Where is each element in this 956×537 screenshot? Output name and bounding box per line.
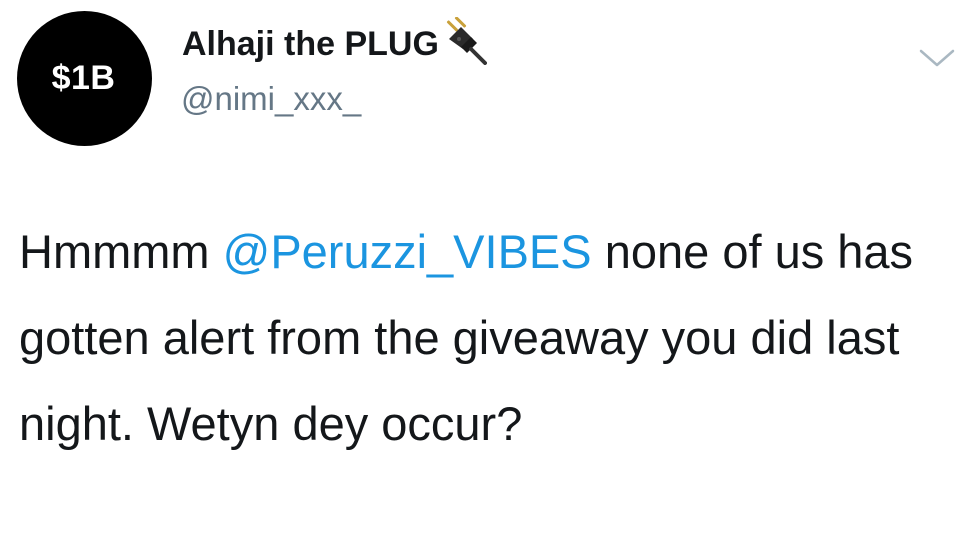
tweet-card: $1B Alhaji the PLUG @nimi_xxx_ Hmmmm @Pe… xyxy=(0,0,956,537)
avatar[interactable]: $1B xyxy=(17,11,152,146)
tweet-text-before: Hmmmm xyxy=(19,225,223,278)
avatar-text: $1B xyxy=(51,59,116,97)
author-name-row: Alhaji the PLUG xyxy=(182,16,487,65)
tweet-text: Hmmmm @Peruzzi_VIBES none of us has gott… xyxy=(19,209,939,467)
author-handle[interactable]: @nimi_xxx_ xyxy=(181,80,361,118)
mention-link[interactable]: @Peruzzi_VIBES xyxy=(223,225,592,278)
chevron-down-icon[interactable] xyxy=(917,45,956,71)
author-display-name[interactable]: Alhaji the PLUG xyxy=(182,25,439,64)
electric-plug-icon xyxy=(439,16,487,65)
